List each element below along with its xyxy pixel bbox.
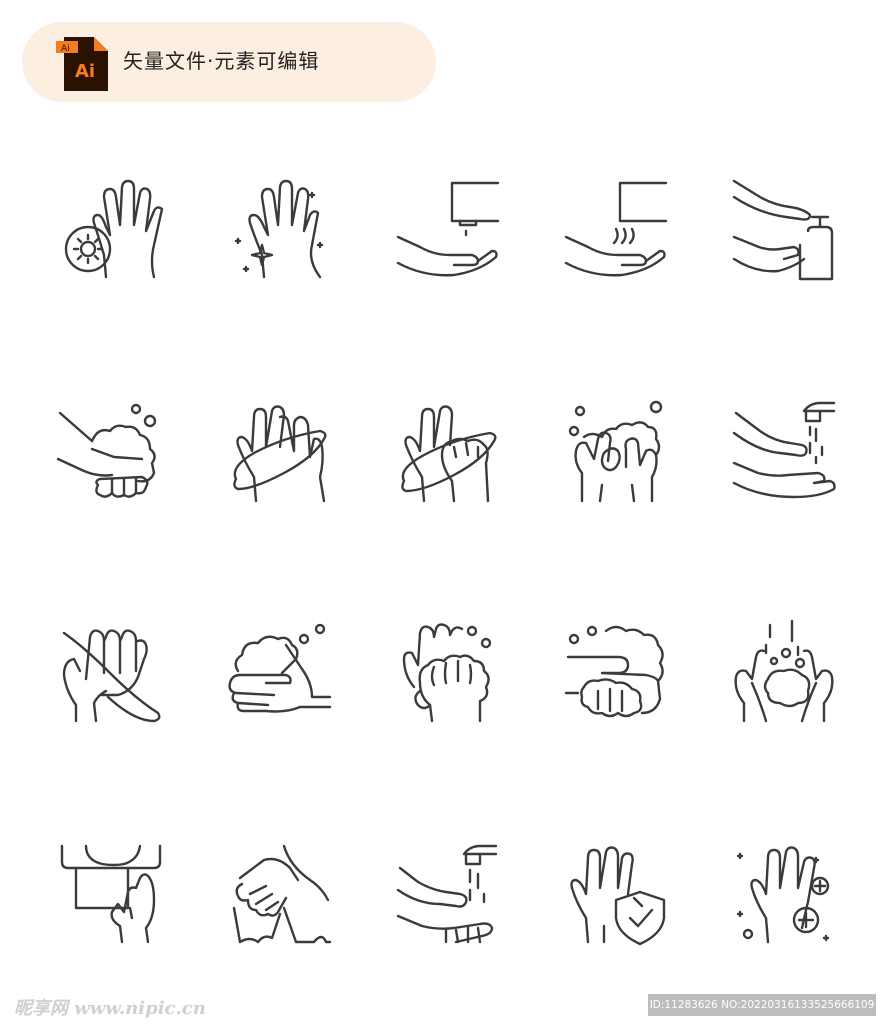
- tap-running-water-icon: [394, 838, 504, 948]
- water-drops-hands-icon: [730, 617, 840, 727]
- hand-under-dispenser-icon: [394, 175, 504, 285]
- interlace-fingers-foam-icon: [564, 397, 674, 507]
- foam-fist-icon: [562, 617, 672, 727]
- hand-health-plus-icon: [732, 838, 842, 948]
- clean-sparkle-hand-icon: [224, 175, 334, 285]
- soap-pump-hands-icon: [730, 175, 840, 285]
- rinse-under-tap-icon: [730, 397, 840, 507]
- watermark-left: 昵享网 www.nipic.cn: [14, 998, 206, 1019]
- watermark-right: ID:11283626 NO:20220316133525666109: [648, 994, 876, 1016]
- shield-check-hand-icon: [566, 838, 676, 948]
- hand-virus-icon: [54, 175, 164, 285]
- towel-dry-hands-icon: [226, 838, 336, 948]
- scrub-fingertips-icon: [394, 617, 504, 727]
- icon-grid: [0, 0, 885, 1024]
- clasp-fingers-icon: [54, 617, 164, 727]
- rub-back-hand-icon: [394, 397, 504, 507]
- soapy-handshake-icon: [54, 397, 164, 507]
- foam-hands-icon: [226, 617, 336, 727]
- hand-dryer-icon: [562, 175, 672, 285]
- rub-palms-icon: [224, 397, 334, 507]
- paper-towel-dispenser-icon: [54, 838, 164, 948]
